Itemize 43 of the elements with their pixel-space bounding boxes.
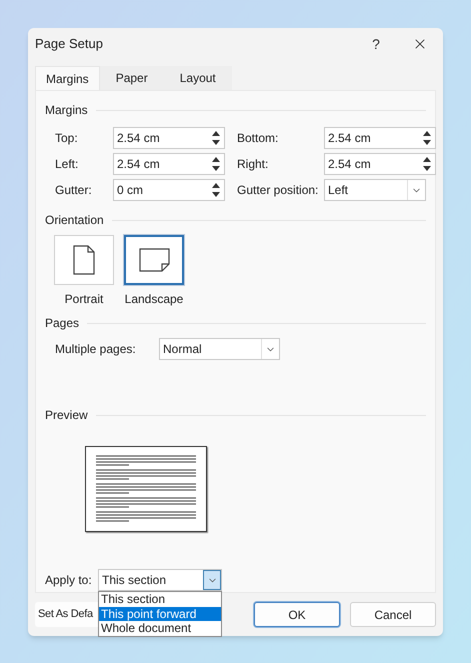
field-label: Apply to: — [45, 572, 93, 589]
portrait-page-icon — [73, 245, 95, 275]
spin-field[interactable]: 2.54 cm — [324, 127, 436, 149]
orientation-button[interactable] — [124, 235, 184, 285]
tab[interactable]: Margins — [35, 66, 100, 90]
dialog-button[interactable]: OK — [254, 602, 340, 627]
orientation-label: Landscape — [124, 291, 184, 308]
down-arrow-icon[interactable] — [211, 139, 221, 146]
up-arrow-icon[interactable] — [422, 156, 432, 163]
field-label: Right: — [236, 156, 270, 173]
dropdown[interactable]: Normal — [159, 338, 280, 360]
section-title: Orientation — [45, 212, 104, 229]
section-title: Margins — [45, 102, 88, 119]
spin-field[interactable]: 2.54 cm — [324, 153, 436, 175]
tab[interactable]: Layout — [164, 66, 232, 90]
field-label: Left: — [55, 156, 80, 173]
down-arrow-icon[interactable] — [211, 191, 221, 198]
down-arrow-icon[interactable] — [211, 165, 221, 172]
up-arrow-icon[interactable] — [211, 130, 221, 137]
dropdown[interactable]: This section — [98, 569, 222, 591]
spin-field[interactable]: 2.54 cm — [113, 153, 225, 175]
dialog-button[interactable]: Cancel — [350, 602, 436, 627]
section-title: Preview — [45, 407, 88, 424]
down-arrow-icon[interactable] — [422, 139, 432, 146]
window-title: Page Setup — [35, 35, 104, 54]
dropdown[interactable]: Left — [324, 179, 426, 201]
down-arrow-icon[interactable] — [422, 165, 432, 172]
spin-field[interactable]: 2.54 cm — [113, 127, 225, 149]
up-arrow-icon[interactable] — [211, 182, 221, 189]
spin-field[interactable]: 0 cm — [113, 179, 225, 201]
dropdown-option[interactable]: This point forward — [99, 606, 221, 621]
tab[interactable]: Paper — [100, 66, 164, 90]
landscape-page-icon — [138, 248, 170, 272]
field-label: Gutter: — [55, 182, 93, 199]
field-label: Bottom: — [236, 130, 280, 147]
section-title: Pages — [45, 315, 80, 332]
field-label: Top: — [55, 130, 79, 147]
orientation-label: Portrait — [64, 291, 104, 308]
help-button[interactable]: ? — [366, 34, 386, 54]
field-label: Multiple pages: — [55, 341, 137, 358]
field-label: Gutter position: — [236, 182, 320, 199]
up-arrow-icon[interactable] — [422, 130, 432, 137]
up-arrow-icon[interactable] — [211, 156, 221, 163]
